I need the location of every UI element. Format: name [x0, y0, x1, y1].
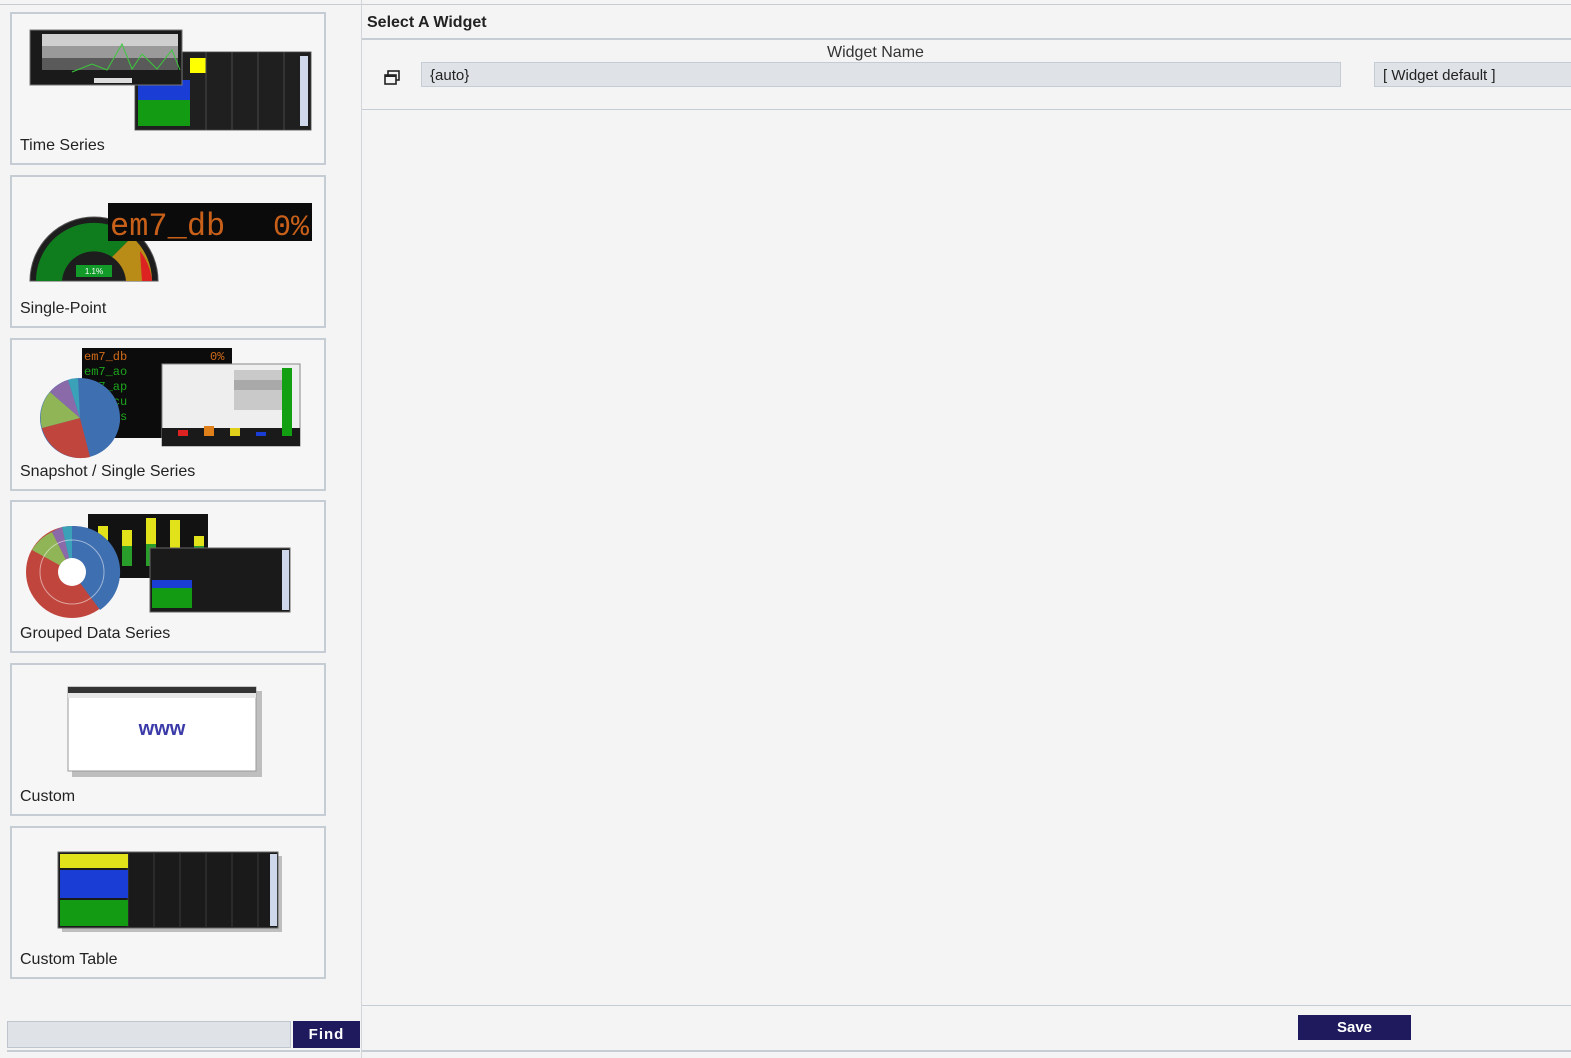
widget-config-panel: Select A Widget Widget Name {auto} [ Wid…: [361, 0, 1571, 1058]
find-button[interactable]: Find: [293, 1021, 360, 1048]
www-text: www: [138, 718, 186, 740]
widget-card-label: Snapshot / Single Series: [20, 463, 196, 480]
page-title: Select A Widget: [367, 14, 487, 31]
save-button[interactable]: Save: [1298, 1015, 1411, 1040]
single-point-thumbnail: 1.1% em7_db 0%: [29, 203, 312, 282]
widget-card-time-series[interactable]: Time Series: [10, 12, 326, 165]
widget-card-label: Grouped Data Series: [20, 625, 171, 642]
widget-name-header: Widget Name: [827, 44, 924, 61]
custom-table-thumbnail: [57, 851, 282, 932]
widget-card-single-point[interactable]: 1.1% em7_db 0% Single-Point: [10, 175, 326, 328]
gauge-value: 1.1%: [85, 267, 103, 276]
grouped-data-thumbnail: [26, 514, 291, 618]
custom-thumbnail: www: [67, 686, 262, 777]
theme-select[interactable]: [ Widget default ]: [1374, 62, 1571, 87]
widget-card-label: Custom: [20, 788, 76, 805]
divider: [362, 109, 1571, 110]
snapshot-row-value: 0%: [210, 350, 225, 364]
snapshot-thumbnail: em7_db 0% em7_ao 0% em7_ap 0% em7_cu 0% …: [40, 348, 301, 459]
snapshot-row: em7_ao: [84, 365, 127, 379]
widget-list: Time Series 1.1% em7_db 0% Single-Point …: [0, 0, 360, 1058]
divider: [362, 38, 1571, 40]
widget-card-label: Time Series: [20, 137, 105, 154]
restore-window-icon[interactable]: [384, 70, 400, 86]
widget-card-label: Custom Table: [20, 951, 118, 968]
display-percent: 0%: [273, 211, 310, 245]
widget-card-snapshot[interactable]: em7_db 0% em7_ao 0% em7_ap 0% em7_cu 0% …: [10, 338, 326, 491]
widget-card-custom-table[interactable]: Custom Table: [10, 826, 326, 979]
divider: [362, 1050, 1571, 1052]
snapshot-row: em7_db: [84, 350, 127, 364]
widget-card-label: Single-Point: [20, 300, 107, 317]
widget-name-field[interactable]: {auto}: [421, 62, 1341, 87]
widget-card-grouped-data[interactable]: Grouped Data Series: [10, 500, 326, 653]
time-series-thumbnail: [29, 29, 312, 131]
search-input[interactable]: [7, 1021, 291, 1048]
display-name: em7_db: [110, 208, 225, 245]
widget-card-custom[interactable]: www Custom: [10, 663, 326, 816]
divider: [7, 1050, 360, 1052]
divider: [362, 1005, 1571, 1006]
